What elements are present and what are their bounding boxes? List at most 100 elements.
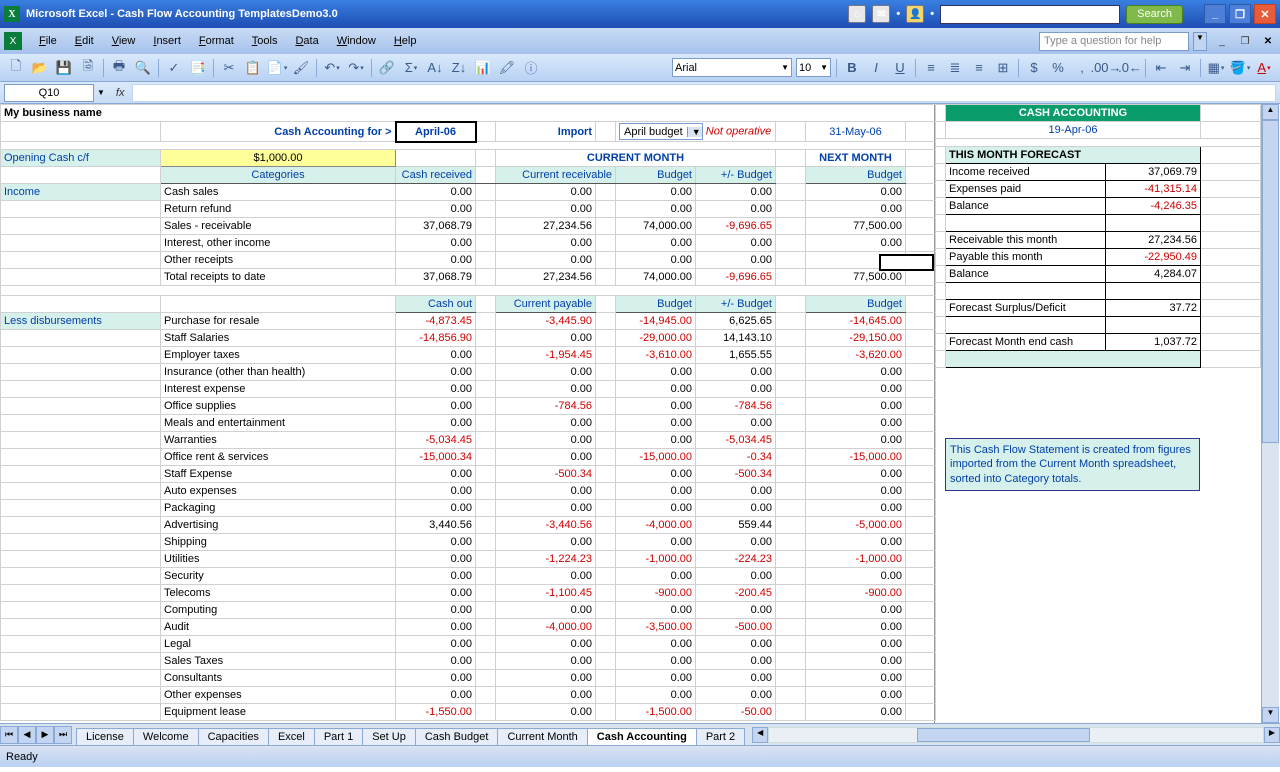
forecast-value[interactable]: -41,315.14 xyxy=(1106,181,1201,198)
value-cell[interactable]: 0.00 xyxy=(496,201,596,218)
value-cell[interactable]: 0.00 xyxy=(696,415,776,432)
value-cell[interactable]: 0.00 xyxy=(696,235,776,252)
spacer[interactable] xyxy=(776,466,806,483)
income-section-label[interactable] xyxy=(1,218,161,235)
spacer[interactable] xyxy=(776,347,806,364)
disb-section-label[interactable] xyxy=(1,364,161,381)
forecast-label[interactable]: Forecast Surplus/Deficit xyxy=(946,300,1106,317)
disb-section-label[interactable] xyxy=(1,330,161,347)
spacer[interactable] xyxy=(906,398,936,415)
category-cell[interactable]: Other expenses xyxy=(161,687,396,704)
value-cell[interactable]: 0.00 xyxy=(616,432,696,449)
forecast-value[interactable] xyxy=(1106,283,1201,300)
spacer[interactable] xyxy=(596,568,616,585)
spacer[interactable] xyxy=(476,398,496,415)
disb-section-label[interactable] xyxy=(1,568,161,585)
value-cell[interactable]: 0.00 xyxy=(806,483,906,500)
spacer[interactable] xyxy=(776,585,806,602)
fill-color-icon[interactable]: 🪣▾ xyxy=(1229,57,1251,79)
value-cell[interactable]: 0.00 xyxy=(806,466,906,483)
spacer[interactable] xyxy=(476,602,496,619)
scroll-left-icon[interactable]: ◀ xyxy=(752,727,768,743)
col-hdr[interactable]: +/- Budget xyxy=(696,167,776,184)
spacer[interactable] xyxy=(476,670,496,687)
value-cell[interactable]: 0.00 xyxy=(616,568,696,585)
cash-accounting-header[interactable]: CASH ACCOUNTING xyxy=(946,105,1201,122)
spacer[interactable] xyxy=(776,517,806,534)
category-cell[interactable]: Packaging xyxy=(161,500,396,517)
forecast-label[interactable]: Forecast Month end cash xyxy=(946,334,1106,351)
name-box[interactable]: Q10 xyxy=(4,84,94,102)
spacer[interactable] xyxy=(476,687,496,704)
spacer[interactable] xyxy=(906,364,936,381)
col-hdr[interactable]: Budget xyxy=(616,167,696,184)
value-cell[interactable]: 0.00 xyxy=(616,602,696,619)
value-cell[interactable]: -900.00 xyxy=(616,585,696,602)
spacer[interactable] xyxy=(476,517,496,534)
chevron-down-icon[interactable]: ▼ xyxy=(687,127,702,137)
value-cell[interactable]: 0.00 xyxy=(396,235,476,252)
new-icon[interactable]: 🗋 xyxy=(5,57,27,79)
value-cell[interactable]: -200.45 xyxy=(696,585,776,602)
spacer[interactable] xyxy=(776,636,806,653)
forecast-label[interactable]: Payable this month xyxy=(946,249,1106,266)
spacer[interactable] xyxy=(596,184,616,201)
value-cell[interactable]: -4,000.00 xyxy=(616,517,696,534)
value-cell[interactable]: 0.00 xyxy=(396,466,476,483)
value-cell[interactable]: 0.00 xyxy=(616,636,696,653)
category-cell[interactable]: Consultants xyxy=(161,670,396,687)
value-cell[interactable]: 0.00 xyxy=(696,568,776,585)
value-cell[interactable]: 0.00 xyxy=(696,364,776,381)
category-cell[interactable]: Shipping xyxy=(161,534,396,551)
formula-input[interactable] xyxy=(132,84,1276,102)
decrease-indent-icon[interactable]: ⇤ xyxy=(1150,57,1172,79)
spacer[interactable] xyxy=(596,704,616,721)
spacer[interactable] xyxy=(776,381,806,398)
chart-icon[interactable]: 📊 xyxy=(472,57,494,79)
category-cell[interactable]: Interest expense xyxy=(161,381,396,398)
currency-icon[interactable]: $ xyxy=(1023,57,1045,79)
value-cell[interactable]: 0.00 xyxy=(396,483,476,500)
sheet-tab[interactable]: Excel xyxy=(268,728,315,745)
spacer[interactable] xyxy=(596,235,616,252)
sort-asc-icon[interactable]: A↓ xyxy=(424,57,446,79)
value-cell[interactable]: 0.00 xyxy=(806,201,906,218)
value-cell[interactable]: 0.00 xyxy=(396,252,476,269)
print-preview-icon[interactable]: 🔍 xyxy=(132,57,154,79)
spacer[interactable] xyxy=(476,184,496,201)
format-painter-icon[interactable]: 🖌 xyxy=(290,57,312,79)
value-cell[interactable]: 0.00 xyxy=(496,415,596,432)
value-cell[interactable]: 0.00 xyxy=(696,483,776,500)
title-search-button[interactable]: Search xyxy=(1126,5,1183,24)
value-cell[interactable]: 0.00 xyxy=(806,235,906,252)
spacer[interactable] xyxy=(476,483,496,500)
value-cell[interactable]: 0.00 xyxy=(616,381,696,398)
italic-icon[interactable]: I xyxy=(865,57,887,79)
sheet-tab[interactable]: Part 1 xyxy=(314,728,363,745)
spacer[interactable] xyxy=(906,184,936,201)
doc-minimize-button[interactable]: _ xyxy=(1214,34,1230,48)
value-cell[interactable]: -5,000.00 xyxy=(806,517,906,534)
disb-section-label[interactable] xyxy=(1,415,161,432)
value-cell[interactable]: 559.44 xyxy=(696,517,776,534)
value-cell[interactable]: 0.00 xyxy=(396,568,476,585)
spacer[interactable] xyxy=(596,670,616,687)
value-cell[interactable]: 0.00 xyxy=(806,184,906,201)
value-cell[interactable]: -5,034.45 xyxy=(696,432,776,449)
copy-icon[interactable]: 📋 xyxy=(242,57,264,79)
spacer[interactable] xyxy=(476,636,496,653)
value-cell[interactable]: 0.00 xyxy=(806,415,906,432)
spreadsheet-area[interactable]: My business name Cash Accounting for > A… xyxy=(0,104,1280,723)
spacer[interactable] xyxy=(776,415,806,432)
value-cell[interactable]: 0.00 xyxy=(806,704,906,721)
spacer[interactable] xyxy=(596,313,616,330)
increase-decimal-icon[interactable]: .00→ xyxy=(1095,57,1117,79)
value-cell[interactable]: 0.00 xyxy=(616,398,696,415)
spacer[interactable] xyxy=(906,602,936,619)
col-hdr[interactable]: Budget xyxy=(806,167,906,184)
date-cell-2[interactable]: 19-Apr-06 xyxy=(946,122,1201,139)
forecast-value[interactable]: 37,069.79 xyxy=(1106,164,1201,181)
value-cell[interactable]: 74,000.00 xyxy=(616,269,696,286)
value-cell[interactable]: 0.00 xyxy=(396,415,476,432)
value-cell[interactable]: -3,440.56 xyxy=(496,517,596,534)
